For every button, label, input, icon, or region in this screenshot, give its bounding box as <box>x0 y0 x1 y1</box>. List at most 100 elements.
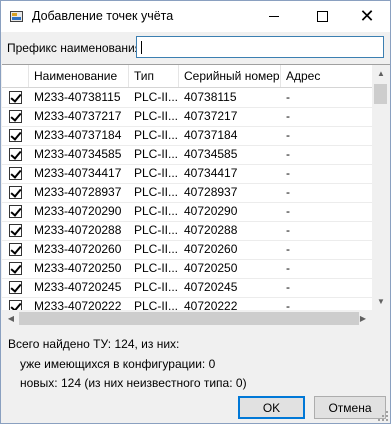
cell-type: PLC-II... <box>134 90 179 104</box>
row-checkbox[interactable] <box>9 186 22 199</box>
cell-address: - <box>286 185 290 199</box>
cell-type: PLC-II... <box>134 261 179 275</box>
column-header-name[interactable]: Наименование <box>29 65 129 87</box>
horizontal-scroll-thumb[interactable] <box>19 312 359 325</box>
scroll-up-arrow-icon[interactable]: ▲ <box>372 65 390 82</box>
points-table[interactable]: Наименование Тип Серийный номер Адрес M2… <box>2 64 390 327</box>
maximize-button[interactable] <box>299 1 345 32</box>
row-checkbox[interactable] <box>9 110 22 123</box>
close-button[interactable]: ✕ <box>344 1 390 32</box>
cell-name: M233-40720290 <box>34 204 122 218</box>
vertical-scroll-thumb[interactable] <box>374 84 387 104</box>
cell-address: - <box>286 261 290 275</box>
column-header-check[interactable] <box>2 65 29 87</box>
scroll-down-arrow-icon[interactable]: ▼ <box>372 293 390 310</box>
cell-type: PLC-II... <box>134 109 179 123</box>
cell-type: PLC-II... <box>134 166 179 180</box>
table-row[interactable]: M233-40720245 PLC-II... 40720245 - <box>2 278 372 298</box>
table-row[interactable]: M233-40734585 PLC-II... 40734585 - <box>2 145 372 165</box>
cell-type: PLC-II... <box>134 147 179 161</box>
prefix-input[interactable] <box>136 36 384 58</box>
scrollbar-corner <box>372 310 390 327</box>
row-checkbox[interactable] <box>9 91 22 104</box>
cell-address: - <box>286 204 290 218</box>
cell-serial: 40720290 <box>184 204 238 218</box>
table-row[interactable]: M233-40737184 PLC-II... 40737184 - <box>2 126 372 146</box>
cell-name: M233-40737184 <box>34 128 122 142</box>
cell-name: M233-40720245 <box>34 280 122 294</box>
cell-type: PLC-II... <box>134 128 179 142</box>
cell-address: - <box>286 280 290 294</box>
column-header-address[interactable]: Адрес <box>281 65 372 87</box>
cell-serial: 40720250 <box>184 261 238 275</box>
row-checkbox[interactable] <box>9 243 22 256</box>
table-row[interactable]: M233-40720250 PLC-II... 40720250 - <box>2 259 372 279</box>
table-row[interactable]: M233-40728937 PLC-II... 40728937 - <box>2 183 372 203</box>
row-checkbox[interactable] <box>9 205 22 218</box>
cell-serial: 40738115 <box>184 90 237 104</box>
table-row[interactable]: M233-40720288 PLC-II... 40720288 - <box>2 221 372 241</box>
column-header-type[interactable]: Тип <box>129 65 179 87</box>
cell-address: - <box>286 128 290 142</box>
summary-existing: уже имеющихся в конфигурации: 0 <box>20 357 216 371</box>
cell-serial: 40720245 <box>184 280 238 294</box>
row-checkbox[interactable] <box>9 281 22 294</box>
cell-serial: 40734585 <box>184 147 238 161</box>
summary-new: новых: 124 (из них неизвестного типа: 0) <box>20 376 247 390</box>
cancel-button[interactable]: Отмена <box>314 396 386 419</box>
cell-address: - <box>286 109 290 123</box>
dialog-window: Добавление точек учёта ✕ Префикс наимено… <box>0 0 391 424</box>
window-title: Добавление точек учёта <box>32 9 174 23</box>
text-caret <box>141 41 142 54</box>
cell-type: PLC-II... <box>134 223 179 237</box>
cell-type: PLC-II... <box>134 280 179 294</box>
table-header: Наименование Тип Серийный номер Адрес <box>2 65 372 88</box>
summary-total: Всего найдено ТУ: 124, из них: <box>8 337 180 351</box>
row-checkbox[interactable] <box>9 148 22 161</box>
horizontal-scrollbar[interactable]: ◀ ▶ <box>2 310 372 327</box>
minimize-button[interactable] <box>251 1 297 32</box>
row-checkbox[interactable] <box>9 129 22 142</box>
cell-serial: 40734417 <box>184 166 238 180</box>
cell-type: PLC-II... <box>134 242 179 256</box>
cell-type: PLC-II... <box>134 204 179 218</box>
close-icon: ✕ <box>359 5 375 27</box>
table-row[interactable]: M233-40734417 PLC-II... 40734417 - <box>2 164 372 184</box>
cell-name: M233-40720250 <box>34 261 122 275</box>
scroll-right-arrow-icon[interactable]: ▶ <box>354 310 372 327</box>
cell-address: - <box>286 242 290 256</box>
resize-grip-icon[interactable] <box>378 411 388 421</box>
column-header-serial[interactable]: Серийный номер <box>179 65 281 87</box>
row-checkbox[interactable] <box>9 167 22 180</box>
cell-name: M233-40720288 <box>34 223 122 237</box>
cell-address: - <box>286 147 290 161</box>
scroll-left-arrow-icon[interactable]: ◀ <box>2 310 20 327</box>
cell-name: M233-40737217 <box>34 109 122 123</box>
title-bar[interactable]: Добавление точек учёта ✕ <box>1 1 390 32</box>
cell-address: - <box>286 166 290 180</box>
cell-address: - <box>286 90 290 104</box>
maximize-icon <box>316 11 328 22</box>
row-checkbox[interactable] <box>9 224 22 237</box>
cell-serial: 40737217 <box>184 109 238 123</box>
cell-serial: 40737184 <box>184 128 238 142</box>
vertical-scrollbar[interactable]: ▲ ▼ <box>372 65 390 312</box>
prefix-label: Префикс наименования <box>7 41 142 55</box>
cell-serial: 40720260 <box>184 242 238 256</box>
cell-type: PLC-II... <box>134 185 179 199</box>
row-checkbox[interactable] <box>9 262 22 275</box>
cell-name: M233-40734585 <box>34 147 122 161</box>
cell-name: M233-40728937 <box>34 185 122 199</box>
cell-name: M233-40720260 <box>34 242 122 256</box>
cell-serial: 40720288 <box>184 223 238 237</box>
table-row[interactable]: M233-40737217 PLC-II... 40737217 - <box>2 107 372 127</box>
app-window-icon <box>10 11 23 22</box>
cell-name: M233-40738115 <box>34 90 121 104</box>
ok-button[interactable]: OK <box>238 396 305 419</box>
table-row[interactable]: M233-40720260 PLC-II... 40720260 - <box>2 240 372 260</box>
cell-name: M233-40734417 <box>34 166 122 180</box>
cell-serial: 40728937 <box>184 185 238 199</box>
table-row[interactable]: M233-40720290 PLC-II... 40720290 - <box>2 202 372 222</box>
table-row[interactable]: M233-40738115 PLC-II... 40738115 - <box>2 88 372 108</box>
cell-address: - <box>286 223 290 237</box>
